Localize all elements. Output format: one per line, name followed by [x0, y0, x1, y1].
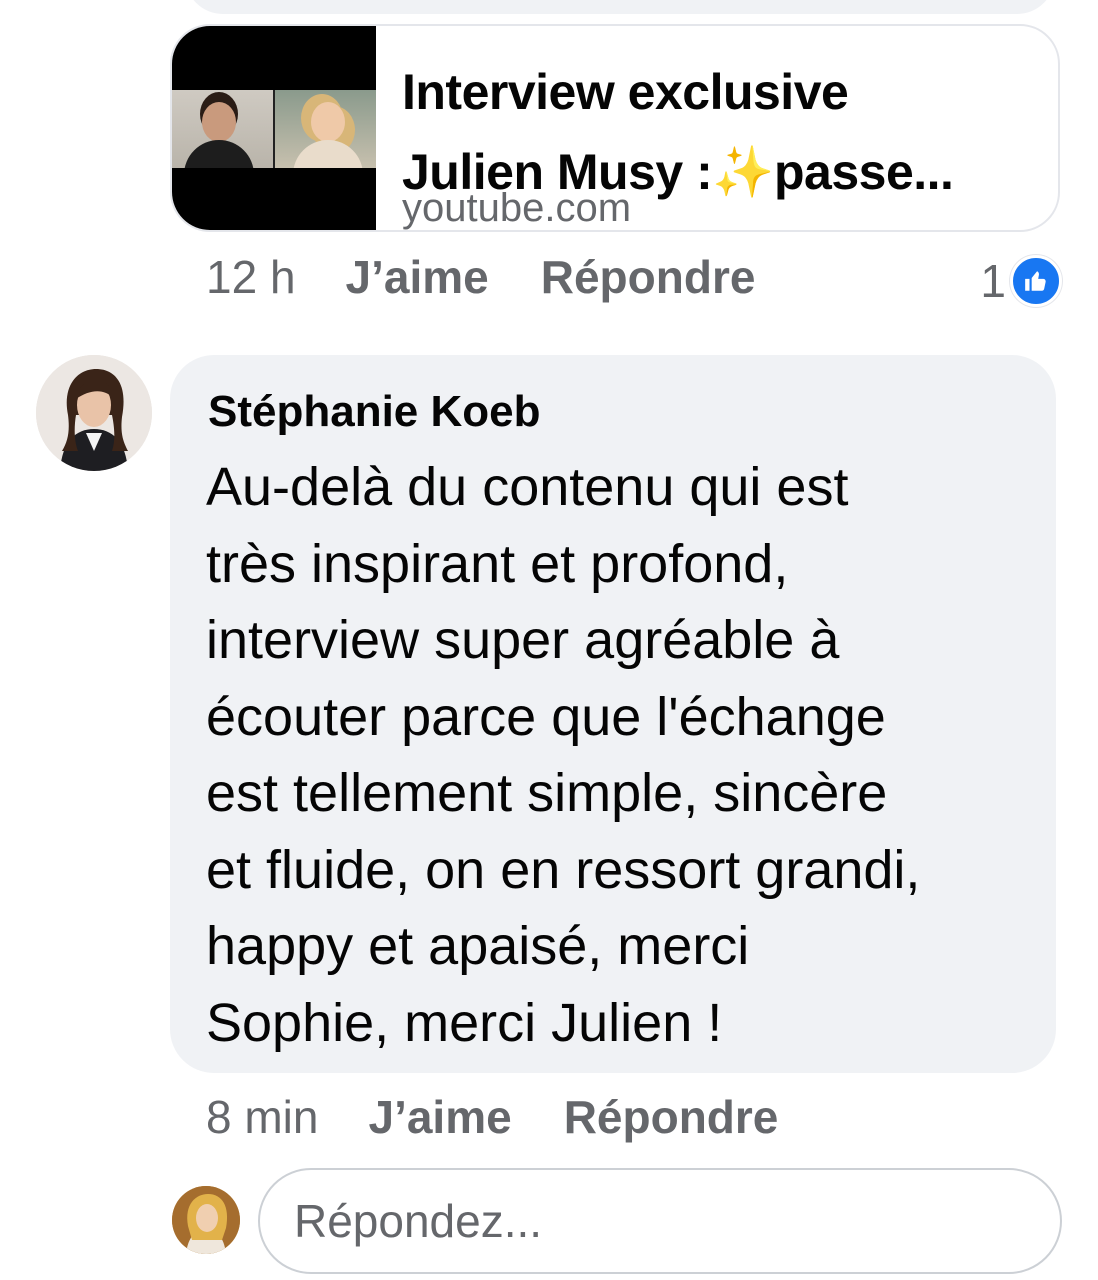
- comment-actions: 8 min J’aime Répondre: [206, 1090, 830, 1144]
- thumbnail-video-frame: [172, 90, 376, 168]
- reaction-summary[interactable]: 1: [980, 254, 1062, 308]
- comment-bubble: Stéphanie Koeb Au-delà du contenu qui es…: [170, 355, 1056, 1073]
- link-preview-card[interactable]: Interview exclusive Julien Musy :✨passe.…: [170, 24, 1060, 232]
- commenter-avatar[interactable]: [36, 355, 152, 471]
- comment-text-line: Sophie, merci Julien !: [206, 992, 723, 1053]
- comment-text: Au-delà du contenu qui est très inspiran…: [206, 449, 1046, 1061]
- comment-text-line: et fluide, on en ressort grandi,: [206, 839, 921, 900]
- link-title-line: Interview exclusive: [402, 64, 849, 120]
- comment-timestamp: 12 h: [206, 251, 296, 303]
- comment-text-line: happy et apaisé, merci: [206, 916, 750, 976]
- comment-text-line: très inspirant et profond,: [206, 533, 789, 594]
- thumbnail-right-person: [275, 90, 376, 168]
- comment-text-line: interview super agréable à: [206, 610, 840, 670]
- thumbs-up-icon: [1010, 255, 1062, 307]
- current-user-avatar: [172, 1186, 240, 1254]
- reaction-count: 1: [980, 255, 1006, 307]
- like-button[interactable]: J’aime: [368, 1090, 511, 1144]
- comment-actions: 12 h J’aime Répondre: [206, 250, 807, 304]
- thumbnail-left-person: [172, 90, 275, 168]
- reply-input[interactable]: Répondez...: [258, 1168, 1062, 1274]
- comment-author-name[interactable]: Stéphanie Koeb: [208, 387, 541, 437]
- comment-text-line: Au-delà du contenu qui est: [206, 457, 849, 517]
- comment-timestamp: 8 min: [206, 1091, 319, 1143]
- video-thumbnail: [172, 26, 376, 230]
- comment-text-line: écouter parce que l'échange: [206, 686, 886, 747]
- like-button[interactable]: J’aime: [346, 250, 489, 304]
- reply-button[interactable]: Répondre: [541, 250, 756, 304]
- previous-comment-bubble: [185, 0, 1055, 14]
- reply-button[interactable]: Répondre: [564, 1090, 779, 1144]
- comment-text-line: est tellement simple, sincère: [206, 763, 888, 823]
- link-domain: youtube.com: [402, 186, 632, 230]
